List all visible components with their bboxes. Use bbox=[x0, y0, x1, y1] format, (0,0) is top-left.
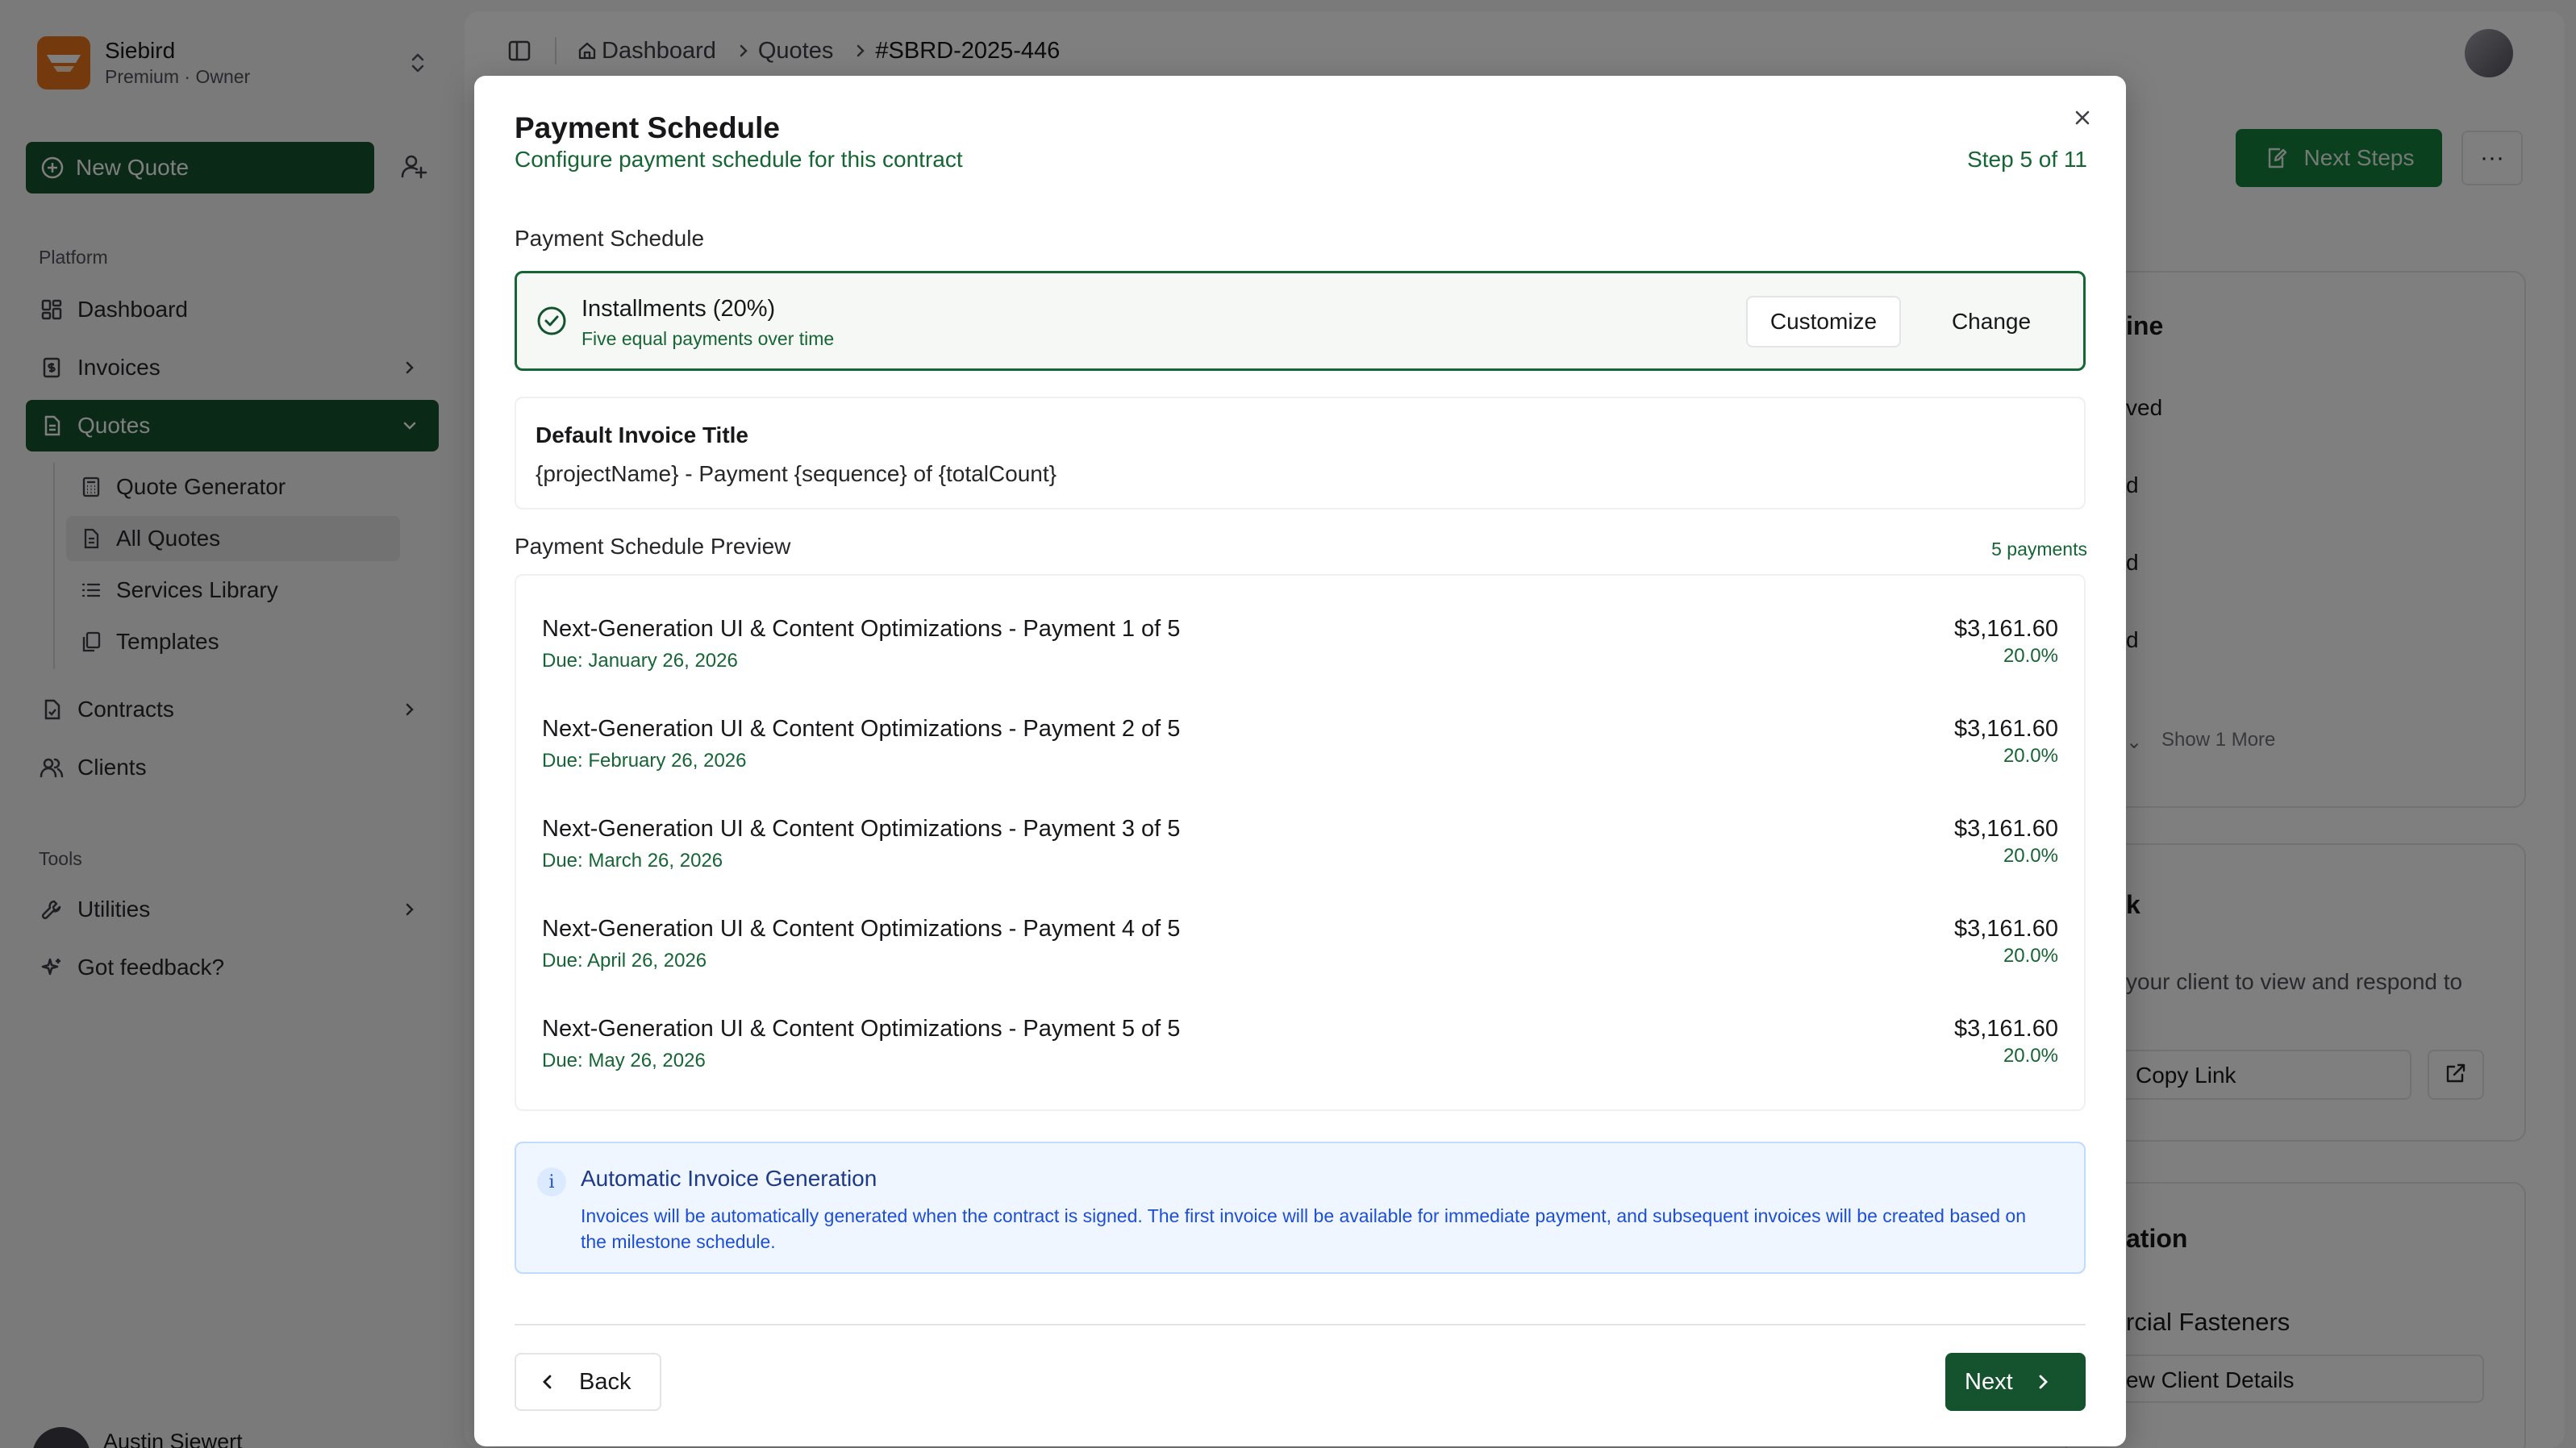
back-button[interactable]: Back bbox=[515, 1353, 661, 1411]
payment-due-date: Due: April 26, 2026 bbox=[542, 950, 707, 972]
next-label: Next bbox=[1965, 1368, 2013, 1395]
payment-amount: $3,161.60 bbox=[1953, 916, 2058, 942]
info-text: Invoices will be automatically generated… bbox=[581, 1205, 2027, 1252]
payment-name: Next-Generation UI & Content Optimizatio… bbox=[542, 916, 1181, 942]
default-invoice-title-label: Default Invoice Title bbox=[536, 422, 748, 447]
payment-due-date: Due: February 26, 2026 bbox=[542, 750, 747, 772]
payment-amount: $3,161.60 bbox=[1953, 716, 2058, 742]
info-title: Automatic Invoice Generation bbox=[581, 1166, 877, 1191]
payment-name: Next-Generation UI & Content Optimizatio… bbox=[542, 1016, 1181, 1042]
chevron-right-icon bbox=[2036, 1372, 2050, 1392]
payment-percent: 20.0% bbox=[2003, 1045, 2058, 1067]
payment-amount: $3,161.60 bbox=[1953, 616, 2058, 642]
plan-description: Five equal payments over time bbox=[581, 328, 835, 349]
footer-divider bbox=[515, 1324, 2086, 1325]
payment-percent: 20.0% bbox=[2003, 645, 2058, 667]
chevron-left-icon bbox=[540, 1372, 555, 1392]
default-invoice-title-card: Default Invoice Title {projectName} - Pa… bbox=[515, 397, 2086, 510]
back-label: Back bbox=[579, 1368, 631, 1395]
default-invoice-title-value: {projectName} - Payment {sequence} of {t… bbox=[536, 461, 1057, 486]
payment-amount: $3,161.60 bbox=[1953, 1016, 2058, 1042]
schedule-section-label: Payment Schedule bbox=[515, 226, 705, 251]
payment-percent: 20.0% bbox=[2003, 745, 2058, 767]
payment-name: Next-Generation UI & Content Optimizatio… bbox=[542, 716, 1181, 742]
payment-row: Next-Generation UI & Content Optimizatio… bbox=[516, 798, 2084, 887]
payment-name: Next-Generation UI & Content Optimizatio… bbox=[542, 616, 1181, 642]
payment-schedule-preview: Next-Generation UI & Content Optimizatio… bbox=[515, 574, 2086, 1111]
preview-section-label: Payment Schedule Preview bbox=[515, 534, 791, 559]
payment-name: Next-Generation UI & Content Optimizatio… bbox=[542, 816, 1181, 842]
info-callout: i Automatic Invoice Generation Invoices … bbox=[515, 1142, 2086, 1274]
payment-percent: 20.0% bbox=[2003, 845, 2058, 867]
next-button[interactable]: Next bbox=[1945, 1353, 2086, 1411]
payment-row: Next-Generation UI & Content Optimizatio… bbox=[516, 598, 2084, 687]
payment-row: Next-Generation UI & Content Optimizatio… bbox=[516, 898, 2084, 987]
payment-schedule-modal: Payment Schedule Configure payment sched… bbox=[474, 76, 2126, 1446]
selected-plan-card: Installments (20%) Five equal payments o… bbox=[515, 271, 2086, 371]
info-icon: i bbox=[537, 1167, 566, 1196]
modal-title: Payment Schedule bbox=[515, 111, 781, 144]
check-circle-icon bbox=[536, 306, 567, 336]
step-indicator: Step 5 of 11 bbox=[1967, 147, 2087, 172]
payment-due-date: Due: May 26, 2026 bbox=[542, 1050, 706, 1071]
customize-button[interactable]: Customize bbox=[1746, 296, 1901, 347]
payment-due-date: Due: March 26, 2026 bbox=[542, 850, 723, 872]
payment-row: Next-Generation UI & Content Optimizatio… bbox=[516, 998, 2084, 1087]
change-button[interactable]: Change bbox=[1920, 296, 2062, 347]
payment-amount: $3,161.60 bbox=[1953, 816, 2058, 842]
modal-subtitle: Configure payment schedule for this cont… bbox=[515, 147, 963, 172]
payment-due-date: Due: January 26, 2026 bbox=[542, 650, 738, 672]
plan-name: Installments (20%) bbox=[581, 296, 776, 322]
payment-count: 5 payments bbox=[1991, 539, 2087, 560]
payment-percent: 20.0% bbox=[2003, 945, 2058, 967]
payment-row: Next-Generation UI & Content Optimizatio… bbox=[516, 698, 2084, 787]
close-icon[interactable] bbox=[2065, 100, 2100, 135]
